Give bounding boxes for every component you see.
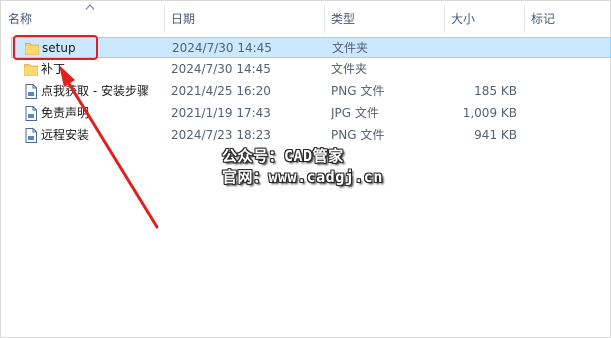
column-header-date[interactable]: 日期 (164, 1, 324, 35)
column-header-size-label: 大小 (451, 12, 476, 26)
file-row-patch[interactable]: 补丁 2024/7/30 14:45 文件夹 (11, 59, 611, 80)
file-row-setup[interactable]: setup 2024/7/30 14:45 文件夹 (11, 37, 611, 58)
file-type: 文件夹 (332, 41, 369, 55)
image-file-icon (25, 106, 37, 121)
column-header-name[interactable]: 名称 (1, 1, 164, 35)
file-row-remote-install[interactable]: 远程安装 2024/7/23 18:23 PNG 文件 941 KB (11, 125, 611, 146)
file-date: 2021/1/19 17:43 (171, 106, 271, 120)
file-size: 185 KB (474, 84, 517, 98)
watermark-line-website: 官网：www.cadgj.cn (222, 168, 383, 186)
column-header-type[interactable]: 类型 (324, 1, 444, 35)
file-row-disclaimer[interactable]: 免责声明 2021/1/19 17:43 JPG 文件 1,009 KB (11, 103, 611, 124)
folder-icon (25, 43, 39, 55)
column-header-type-label: 类型 (331, 12, 356, 26)
watermark-text: 公众号：CAD管家 官网：www.cadgj.cn (222, 146, 383, 188)
image-file-icon (25, 128, 37, 143)
file-date: 2021/4/25 16:20 (171, 84, 271, 98)
file-type: PNG 文件 (331, 84, 385, 98)
column-header-name-label: 名称 (8, 12, 33, 26)
watermark-line-wechat: 公众号：CAD管家 (222, 147, 344, 165)
file-name: 远程安装 (41, 128, 90, 142)
image-file-icon (25, 84, 37, 99)
file-name: setup (42, 41, 76, 55)
file-date: 2024/7/23 18:23 (171, 128, 271, 142)
folder-icon (24, 64, 38, 76)
column-header-bar: 名称 日期 类型 大小 标记 (1, 1, 610, 35)
file-name: 点我获取 - 安装步骤 (41, 84, 149, 98)
column-header-tag-label: 标记 (531, 12, 556, 26)
file-type: PNG 文件 (331, 128, 385, 142)
file-name: 免责声明 (41, 106, 90, 120)
column-header-date-label: 日期 (171, 12, 196, 26)
file-size: 1,009 KB (462, 106, 517, 120)
file-row-install-steps[interactable]: 点我获取 - 安装步骤 2021/4/25 16:20 PNG 文件 185 K… (11, 81, 611, 102)
file-size: 941 KB (474, 128, 517, 142)
column-header-tag[interactable]: 标记 (524, 1, 610, 35)
file-type: JPG 文件 (331, 106, 379, 120)
file-name: 补丁 (41, 62, 66, 76)
file-date: 2024/7/30 14:45 (171, 62, 271, 76)
sort-ascending-icon (85, 4, 95, 10)
file-type: 文件夹 (331, 62, 368, 76)
file-date: 2024/7/30 14:45 (172, 41, 272, 55)
column-header-size[interactable]: 大小 (444, 1, 524, 35)
